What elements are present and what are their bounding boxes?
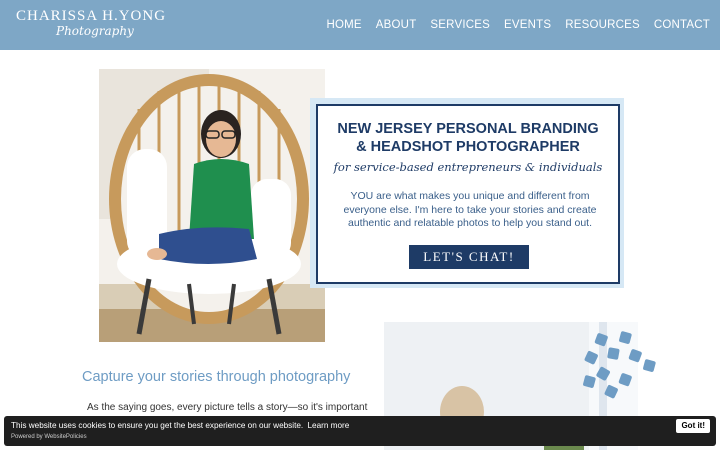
logo-wordmark: CHARISSA H.YONG (16, 8, 167, 24)
main-nav: HOME ABOUT SERVICES EVENTS RESOURCES CON… (326, 0, 710, 50)
nav-resources[interactable]: RESOURCES (565, 19, 640, 31)
nav-home[interactable]: HOME (326, 19, 361, 31)
nav-contact[interactable]: CONTACT (654, 19, 710, 31)
nav-about[interactable]: ABOUT (376, 19, 417, 31)
section-heading: Capture your stories through photography (82, 369, 351, 385)
cookie-powered-by: Powered by WebsitePolicies (11, 434, 87, 440)
lets-chat-button[interactable]: LET'S CHAT! (409, 245, 529, 269)
hero-description: YOU are what makes you unique and differ… (343, 190, 597, 229)
learn-more-link[interactable]: Learn more (307, 421, 349, 430)
cookie-accept-button[interactable]: Got it! (676, 419, 710, 433)
hero-card: NEW JERSEY PERSONAL BRANDING & HEADSHOT … (316, 104, 620, 284)
decorative-tiles (583, 331, 656, 399)
nav-events[interactable]: EVENTS (504, 19, 551, 31)
site-header: CHARISSA H.YONG Photography HOME ABOUT S… (0, 0, 720, 50)
hero-title-line-2: & HEADSHOT PHOTOGRAPHER (356, 139, 580, 155)
cookie-message: This website uses cookies to ensure you … (11, 421, 349, 430)
hero-portrait-photo (99, 69, 325, 342)
hero-title: NEW JERSEY PERSONAL BRANDING & HEADSHOT … (318, 120, 618, 156)
cookie-banner: This website uses cookies to ensure you … (4, 416, 716, 446)
cookie-message-text: This website uses cookies to ensure you … (11, 421, 304, 430)
hero-subtitle: for service-based entrepreneurs & indivi… (333, 160, 603, 174)
site-logo[interactable]: CHARISSA H.YONG Photography (16, 8, 165, 44)
section-paragraph: As the saying goes, every picture tells … (87, 402, 368, 413)
hero-title-line-1: NEW JERSEY PERSONAL BRANDING (337, 121, 599, 137)
logo-script: Photography (56, 24, 134, 38)
nav-services[interactable]: SERVICES (430, 19, 490, 31)
portrait-illustration (99, 69, 325, 342)
